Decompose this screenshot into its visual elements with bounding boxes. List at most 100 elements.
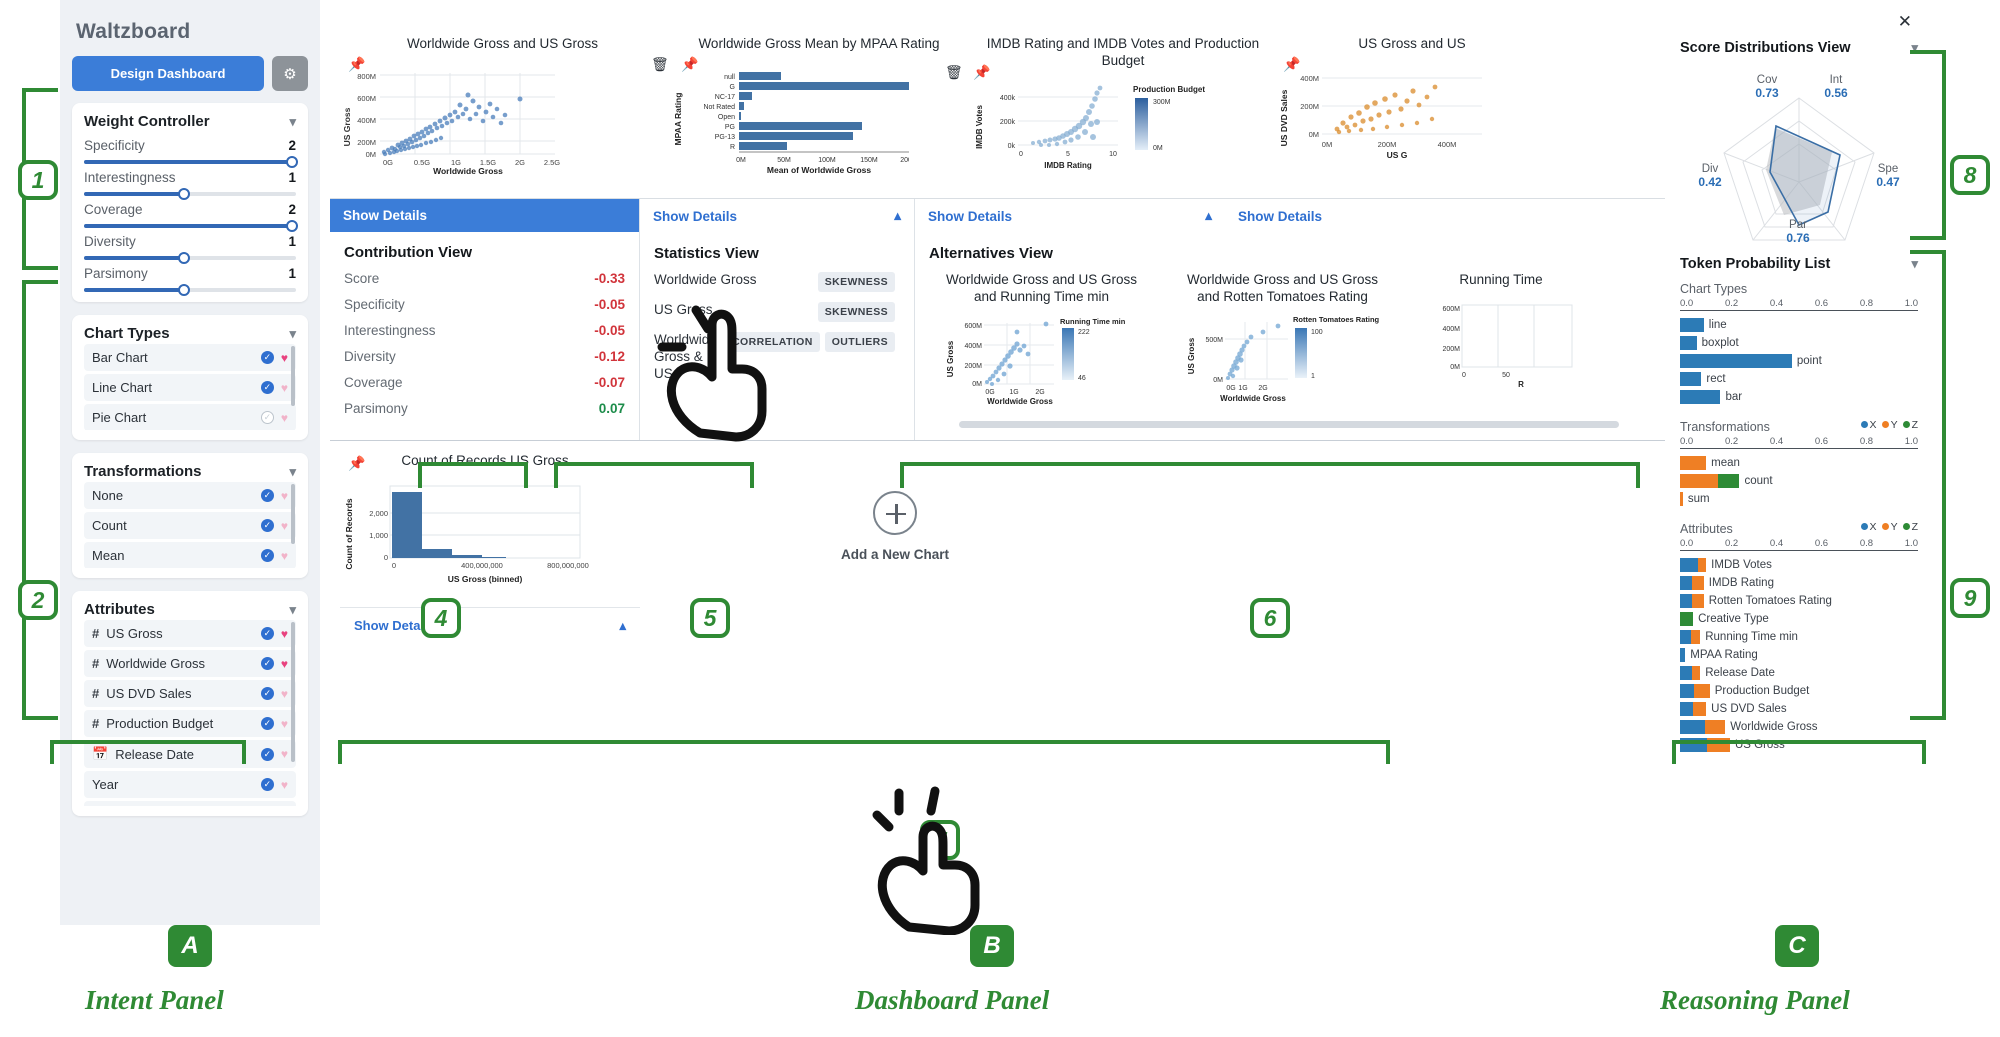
slider-knob[interactable]	[177, 252, 190, 264]
slider-knob[interactable]	[177, 188, 190, 200]
check-icon[interactable]: ✓	[260, 627, 274, 640]
slider-knob[interactable]	[177, 284, 190, 296]
chart-card-2[interactable]: 🗑 📌 IMDB Rating and IMDB Votes and Produ…	[945, 36, 1273, 198]
scrollbar[interactable]	[291, 346, 295, 406]
chart-types-header[interactable]: Chart Types ▾	[84, 325, 296, 344]
check-icon[interactable]: ✓	[260, 381, 274, 394]
slider-track[interactable]	[84, 188, 296, 200]
chevron-down-icon[interactable]: ▾	[289, 114, 296, 130]
list-item[interactable]: # US Gross ✓ ♥	[84, 620, 296, 647]
check-icon[interactable]: ✓	[260, 519, 274, 532]
slider-track[interactable]	[84, 220, 298, 232]
slider-track[interactable]	[84, 252, 296, 264]
chevron-up-icon[interactable]: ▴	[1205, 208, 1212, 224]
weight-controller-header[interactable]: Weight Controller ▾	[84, 113, 296, 132]
heart-icon[interactable]: ♥	[281, 747, 288, 761]
token-bar-row: Rotten Tomatoes Rating	[1680, 593, 1918, 608]
chart-card-1[interactable]: 🗑 📌 Worldwide Gross Mean by MPAA Rating …	[651, 36, 969, 198]
list-item[interactable]: Line Chart ✓ ♥	[84, 374, 296, 401]
slider-track[interactable]	[84, 156, 298, 168]
show-details-header-2[interactable]: Show Details ▴	[915, 199, 1225, 233]
slider-knob[interactable]	[285, 156, 298, 168]
check-icon[interactable]: ✓	[260, 778, 274, 791]
show-details-header-0[interactable]: Show Details	[330, 199, 639, 232]
heart-icon[interactable]: ♥	[281, 627, 288, 641]
heart-icon[interactable]: ♥	[281, 381, 288, 395]
list-item[interactable]: Mean ✓ ♥	[84, 542, 296, 568]
check-icon[interactable]: ✓	[260, 687, 274, 700]
chevron-up-icon[interactable]: ▴	[894, 208, 901, 224]
scrollbar[interactable]	[291, 484, 295, 544]
scrollbar[interactable]	[291, 622, 295, 762]
pin-icon[interactable]: 📌	[681, 56, 698, 73]
list-item[interactable]: Pie Chart ✓ ♥	[84, 404, 296, 430]
chart-types-list[interactable]: Bar Chart✓♥Line Chart✓♥Pie Chart✓♥Scatte…	[84, 344, 296, 430]
svg-text:0G: 0G	[985, 389, 994, 396]
list-item[interactable]: Count ✓ ♥	[84, 512, 296, 539]
heart-icon[interactable]: ♥	[281, 717, 288, 731]
pin-icon[interactable]: 📌	[973, 64, 990, 81]
attributes-list[interactable]: # US Gross ✓ ♥ # Worldwide Gross ✓ ♥ # US DVD Sal…	[84, 620, 296, 806]
weight-slider-coverage[interactable]: Coverage 2	[84, 196, 298, 232]
weight-slider-interestingness[interactable]: Interestingness 1	[84, 164, 296, 200]
pin-icon[interactable]: 📌	[348, 455, 365, 472]
heart-icon[interactable]: ♥	[281, 549, 288, 563]
bottom-show-details[interactable]: Show Details ▴	[340, 606, 640, 644]
chevron-down-icon[interactable]: ▾	[289, 602, 296, 618]
heart-icon[interactable]: ♥	[281, 778, 288, 792]
close-icon[interactable]: ✕	[1680, 8, 1918, 34]
heart-icon[interactable]: ♥	[281, 687, 288, 701]
list-item[interactable]: Month✓♥	[84, 801, 296, 806]
chevron-down-icon[interactable]: ▾	[289, 326, 296, 342]
list-item[interactable]: Year ✓ ♥	[84, 771, 296, 798]
alt-chart-1[interactable]: Worldwide Gross and US Gross and Rotten …	[1170, 272, 1395, 411]
transformations-header[interactable]: Transformations ▾	[84, 463, 296, 482]
heart-icon[interactable]: ♥	[281, 489, 288, 503]
token-probability-header[interactable]: Token Probability List ▾	[1680, 250, 1918, 276]
check-icon[interactable]: ✓	[260, 657, 274, 670]
weight-slider-specificity[interactable]: Specificity 2	[84, 132, 298, 168]
pin-icon[interactable]: 📌	[348, 56, 365, 73]
chevron-up-icon[interactable]: ▴	[619, 618, 626, 634]
check-icon[interactable]: ✓	[260, 411, 274, 424]
list-item[interactable]: None ✓ ♥	[84, 482, 296, 509]
show-details-header-3[interactable]: Show Details	[1225, 199, 1336, 233]
heart-icon[interactable]: ♥	[281, 519, 288, 533]
alt-chart-2[interactable]: Running Time 600M 400M 200M 0M 0 50 R	[1411, 272, 1591, 411]
horizontal-scrollbar[interactable]	[959, 420, 1619, 428]
svg-text:Worldwide Gross: Worldwide Gross	[987, 397, 1053, 406]
heart-icon[interactable]: ♥	[281, 657, 288, 671]
list-item[interactable]: Bar Chart ✓ ♥	[84, 344, 296, 371]
transformations-list[interactable]: None✓♥Count✓♥Mean✓♥Sum✓♥	[84, 482, 296, 568]
contribution-row: Specificity -0.05	[344, 297, 625, 312]
check-icon[interactable]: ✓	[260, 717, 274, 730]
check-icon[interactable]: ✓	[260, 549, 274, 562]
check-icon[interactable]: ✓	[260, 489, 274, 502]
list-item[interactable]: # Production Budget ✓ ♥	[84, 710, 296, 737]
radar-value-spe: 0.47	[1876, 175, 1900, 189]
slider-track[interactable]	[84, 284, 296, 296]
list-item[interactable]: # US DVD Sales ✓ ♥	[84, 680, 296, 707]
design-dashboard-button[interactable]: Design Dashboard	[72, 56, 264, 91]
chevron-down-icon[interactable]: ▾	[289, 464, 296, 480]
score-distributions-header[interactable]: Score Distributions View ▾	[1680, 34, 1918, 60]
slider-knob[interactable]	[285, 220, 298, 232]
trash-icon[interactable]: 🗑	[945, 64, 963, 81]
chart-card-0[interactable]: 📌 Worldwide Gross and US Gross US Gross …	[340, 36, 665, 198]
pin-icon[interactable]: 📌	[1283, 56, 1300, 73]
weight-slider-diversity[interactable]: Diversity 1	[84, 228, 296, 264]
show-details-header-1[interactable]: Show Details ▴	[640, 199, 914, 233]
trash-icon[interactable]: 🗑	[651, 56, 669, 73]
heart-icon[interactable]: ♥	[281, 411, 288, 425]
svg-text:PG-13: PG-13	[715, 134, 735, 141]
list-item[interactable]: # Worldwide Gross ✓ ♥	[84, 650, 296, 677]
chart-card-3[interactable]: 🗑 📌 US Gross and US US DVD Sales 400M200…	[1277, 36, 1547, 198]
plus-icon[interactable]	[873, 490, 917, 535]
weight-slider-parsimony[interactable]: Parsimony 1	[84, 260, 296, 296]
heart-icon[interactable]: ♥	[281, 351, 288, 365]
check-icon[interactable]: ✓	[260, 747, 274, 761]
gear-icon[interactable]: ⚙	[272, 56, 308, 91]
attributes-header[interactable]: Attributes ▾	[84, 601, 296, 620]
alt-chart-0[interactable]: Worldwide Gross and US Gross and Running…	[929, 272, 1154, 411]
check-icon[interactable]: ✓	[260, 351, 274, 364]
